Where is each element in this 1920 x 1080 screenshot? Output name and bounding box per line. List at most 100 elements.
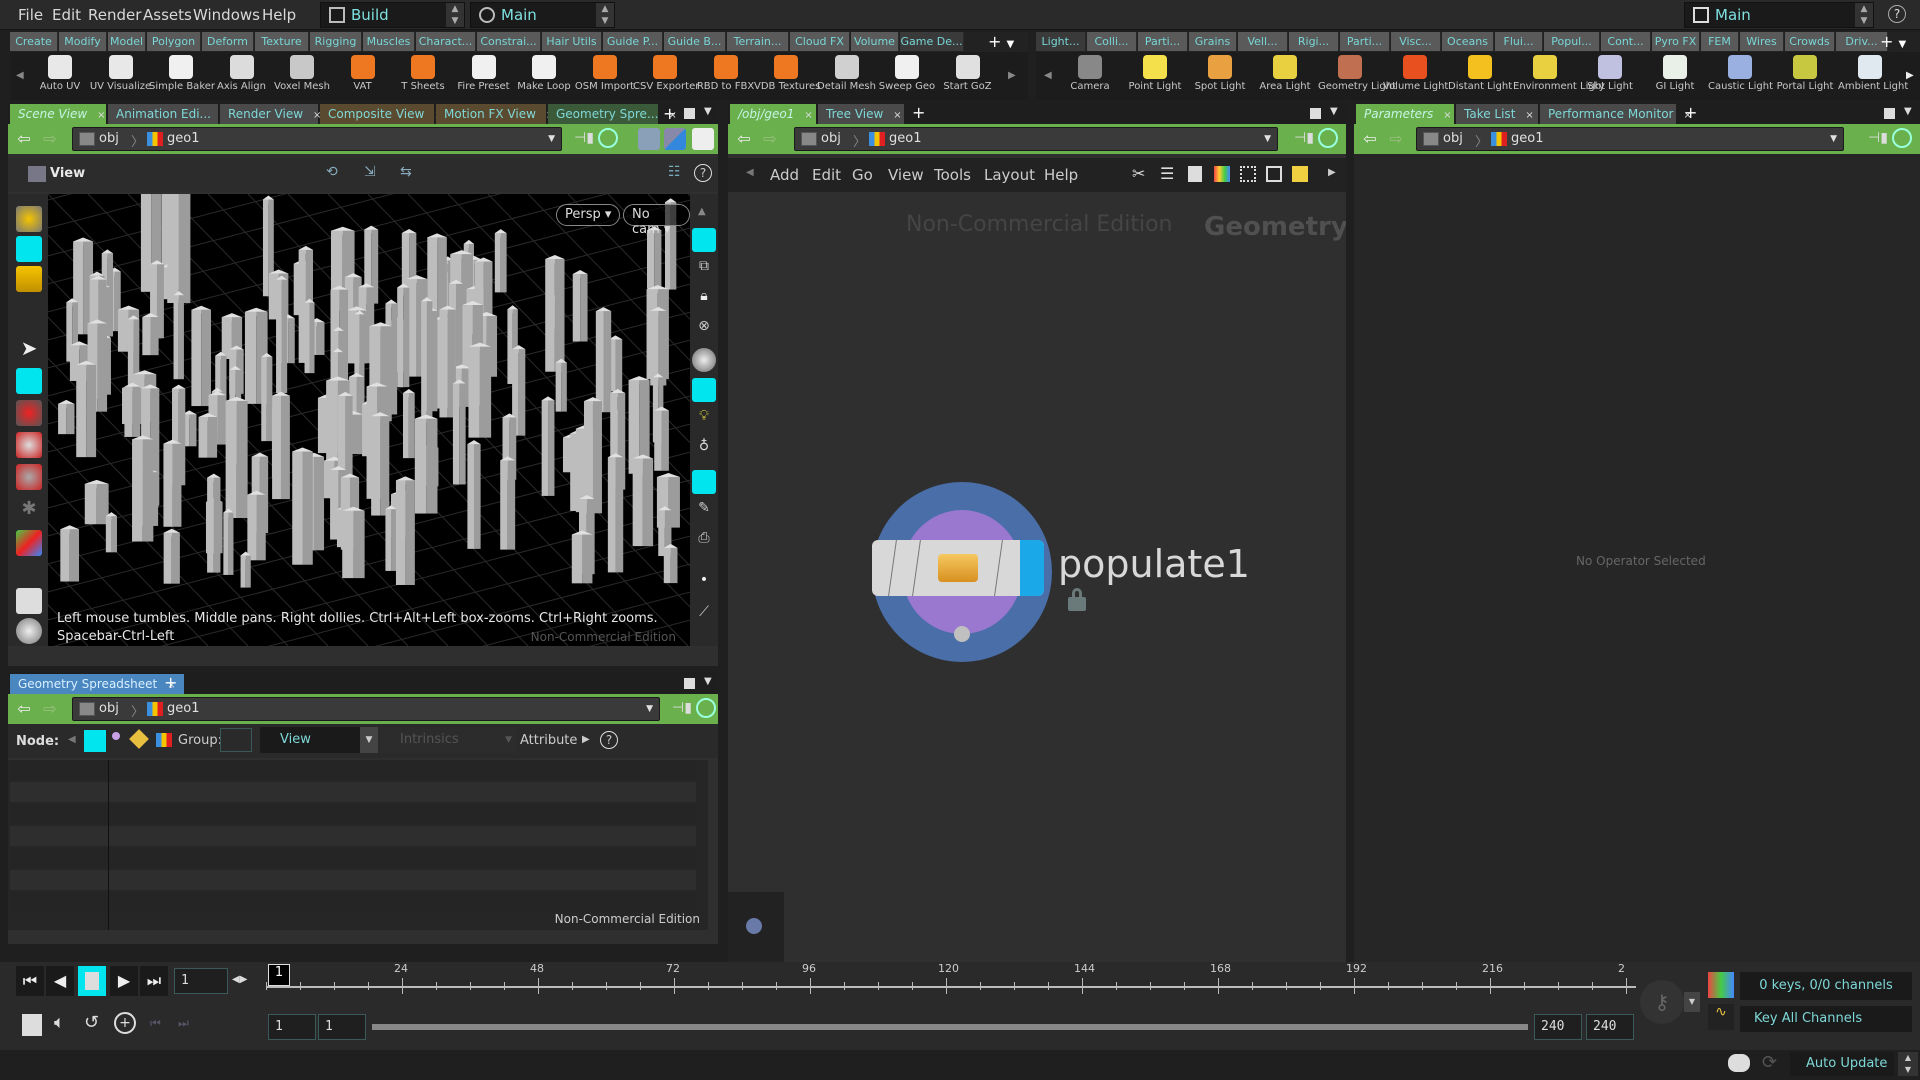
- range-start-field[interactable]: 1: [268, 1014, 316, 1040]
- pane-menu-icon[interactable]: ▼: [704, 106, 712, 117]
- shelf-tab-15[interactable]: Crowds: [1785, 32, 1835, 51]
- jump-start-button[interactable]: ⏮: [16, 966, 44, 996]
- add-tab-button[interactable]: +: [164, 673, 177, 692]
- channel-refresh-icon[interactable]: [1708, 972, 1734, 998]
- play-reverse-button[interactable]: ◀: [46, 966, 74, 996]
- sweep-geo-tool[interactable]: Sweep Geo: [875, 52, 939, 100]
- menu-tools[interactable]: Tools: [934, 166, 971, 184]
- desktop-main-select[interactable]: Main ▲ ▼: [470, 2, 615, 28]
- menu-layout[interactable]: Layout: [984, 166, 1035, 184]
- gi-light-tool[interactable]: GI Light: [1643, 52, 1707, 100]
- maximize-icon[interactable]: [1310, 108, 1321, 119]
- pane-menu-icon[interactable]: ▼: [704, 676, 712, 687]
- keys-status[interactable]: 0 keys, 0/0 channels: [1740, 972, 1912, 1000]
- geometry-select-icon[interactable]: [16, 236, 42, 262]
- tumble-tool-icon[interactable]: ⟲: [326, 164, 338, 180]
- xray-icon[interactable]: ⊗: [692, 318, 716, 342]
- pane-menu-icon[interactable]: ▼: [1904, 106, 1912, 117]
- axis-align-tool[interactable]: Axis Align: [210, 52, 274, 100]
- output-connector[interactable]: [954, 626, 970, 642]
- close-icon[interactable]: ×: [668, 110, 676, 121]
- table-row[interactable]: [10, 804, 696, 824]
- range-slider[interactable]: [372, 1024, 1528, 1030]
- table-row[interactable]: [10, 870, 696, 890]
- network-box-icon[interactable]: [1266, 166, 1282, 182]
- shelf-tab-9[interactable]: Flui...: [1495, 32, 1543, 51]
- shelf-tab-11[interactable]: Cont...: [1601, 32, 1651, 51]
- path-obj[interactable]: obj: [1443, 131, 1463, 146]
- shelf-add-tab-button[interactable]: + ▼: [988, 32, 1028, 52]
- display-options-icon[interactable]: [638, 128, 660, 150]
- key-icon[interactable]: ⚷: [1640, 980, 1684, 1024]
- scroll-left-icon[interactable]: ◀: [16, 70, 24, 81]
- cloud-icon[interactable]: [1728, 1054, 1750, 1072]
- path-geo1[interactable]: geo1: [1511, 131, 1543, 146]
- list-icon[interactable]: [1188, 166, 1202, 182]
- vdb-textures-tool[interactable]: VDB Textures: [754, 52, 820, 100]
- tab-performance-monitor[interactable]: Performance Monitor ×: [1540, 104, 1692, 124]
- audio-icon[interactable]: 🔈︎: [54, 1012, 65, 1033]
- portal-light-tool[interactable]: Portal Light: [1773, 52, 1837, 100]
- menu-help[interactable]: Help: [1044, 166, 1078, 184]
- path-geo1[interactable]: geo1: [167, 131, 199, 146]
- display-flag[interactable]: [1020, 540, 1044, 596]
- shelf-tab-12[interactable]: Guide B...: [664, 32, 726, 51]
- menu-view[interactable]: View: [888, 166, 924, 184]
- back-arrow-icon[interactable]: ⇦: [1360, 130, 1380, 148]
- caustic-light-tool[interactable]: Caustic Light: [1708, 52, 1773, 100]
- shelf-tab-13[interactable]: FEM: [1701, 32, 1739, 51]
- shelf-tab-12[interactable]: Pyro FX: [1652, 32, 1700, 51]
- menu-render[interactable]: Render: [88, 6, 141, 24]
- 3d-viewport[interactable]: Persp ▾ No cam ▾ Left mouse tumbles. Mid…: [48, 194, 690, 646]
- link-icon[interactable]: [1892, 128, 1912, 148]
- object-select-icon[interactable]: [16, 206, 42, 232]
- close-icon[interactable]: ×: [97, 110, 105, 121]
- area-light-tool[interactable]: Area Light: [1253, 52, 1317, 100]
- headlight-icon[interactable]: 💡︎: [692, 408, 716, 432]
- path-obj[interactable]: obj: [99, 131, 119, 146]
- tab-render-view[interactable]: Render View ×: [220, 104, 321, 124]
- shelf-tab-7[interactable]: Visc...: [1391, 32, 1441, 51]
- scale-icon[interactable]: [16, 464, 42, 490]
- shelf-tab-9[interactable]: Constrai...: [477, 32, 541, 51]
- pin-icon[interactable]: ⊣▮: [672, 700, 692, 716]
- menu-go[interactable]: Go: [852, 166, 873, 184]
- more-icon[interactable]: ▶: [1328, 167, 1336, 178]
- shelf-tab-3[interactable]: Polygon: [147, 32, 201, 51]
- back-arrow-icon[interactable]: ⇦: [734, 130, 754, 148]
- spreadsheet-table[interactable]: Non-Commercial Edition: [8, 760, 708, 930]
- forward-arrow-icon[interactable]: ⇨: [760, 130, 780, 148]
- osm-import-tool[interactable]: OSM Import: [573, 52, 637, 100]
- shelf-tab-0[interactable]: Light...: [1036, 32, 1086, 51]
- attribute-label[interactable]: Attribute: [520, 733, 577, 748]
- lighting-icon[interactable]: [692, 378, 716, 402]
- scroll-up-icon[interactable]: ▲: [698, 206, 706, 217]
- camera-menu[interactable]: No cam ▾: [623, 204, 690, 237]
- network-overview[interactable]: [728, 892, 784, 962]
- dynamics-select-icon[interactable]: [16, 266, 42, 292]
- make-loop-tool[interactable]: Make Loop: [512, 52, 576, 100]
- path-field[interactable]: obj 〉 geo1 ▼: [72, 127, 562, 151]
- step-frame-icon[interactable]: ◀▶: [232, 974, 247, 985]
- wireframe-icon[interactable]: ✎: [692, 500, 716, 524]
- intrinsics-select[interactable]: Intrinsics ▼: [380, 727, 516, 753]
- camera-tool[interactable]: Camera: [1058, 52, 1122, 100]
- prev-key-icon[interactable]: ⏮: [150, 1016, 161, 1031]
- pin-icon[interactable]: ⊣▮: [574, 130, 594, 146]
- table-row[interactable]: [10, 892, 696, 912]
- pan-tool-icon[interactable]: ⇲: [364, 164, 376, 180]
- sky-light-tool[interactable]: Sky Light: [1578, 52, 1642, 100]
- shelf-tab-8[interactable]: Charact...: [416, 32, 476, 51]
- grid-icon[interactable]: [1240, 166, 1256, 182]
- spinner-icon[interactable]: ▲ ▼: [1898, 1052, 1918, 1076]
- wrench-icon[interactable]: ✂: [1132, 164, 1145, 183]
- next-key-icon[interactable]: ⏭: [178, 1016, 189, 1031]
- transform-icon[interactable]: [16, 530, 42, 556]
- table-row[interactable]: [10, 782, 696, 802]
- tab-take-list[interactable]: Take List ×: [1456, 104, 1538, 124]
- tab-parameters[interactable]: Parameters ×: [1356, 104, 1454, 124]
- scroll-right-icon[interactable]: ▶: [1906, 70, 1914, 81]
- table-row[interactable]: [10, 826, 696, 846]
- desktop-build-select[interactable]: Build ▲ ▼: [320, 2, 465, 28]
- current-frame-field[interactable]: 1: [174, 968, 228, 994]
